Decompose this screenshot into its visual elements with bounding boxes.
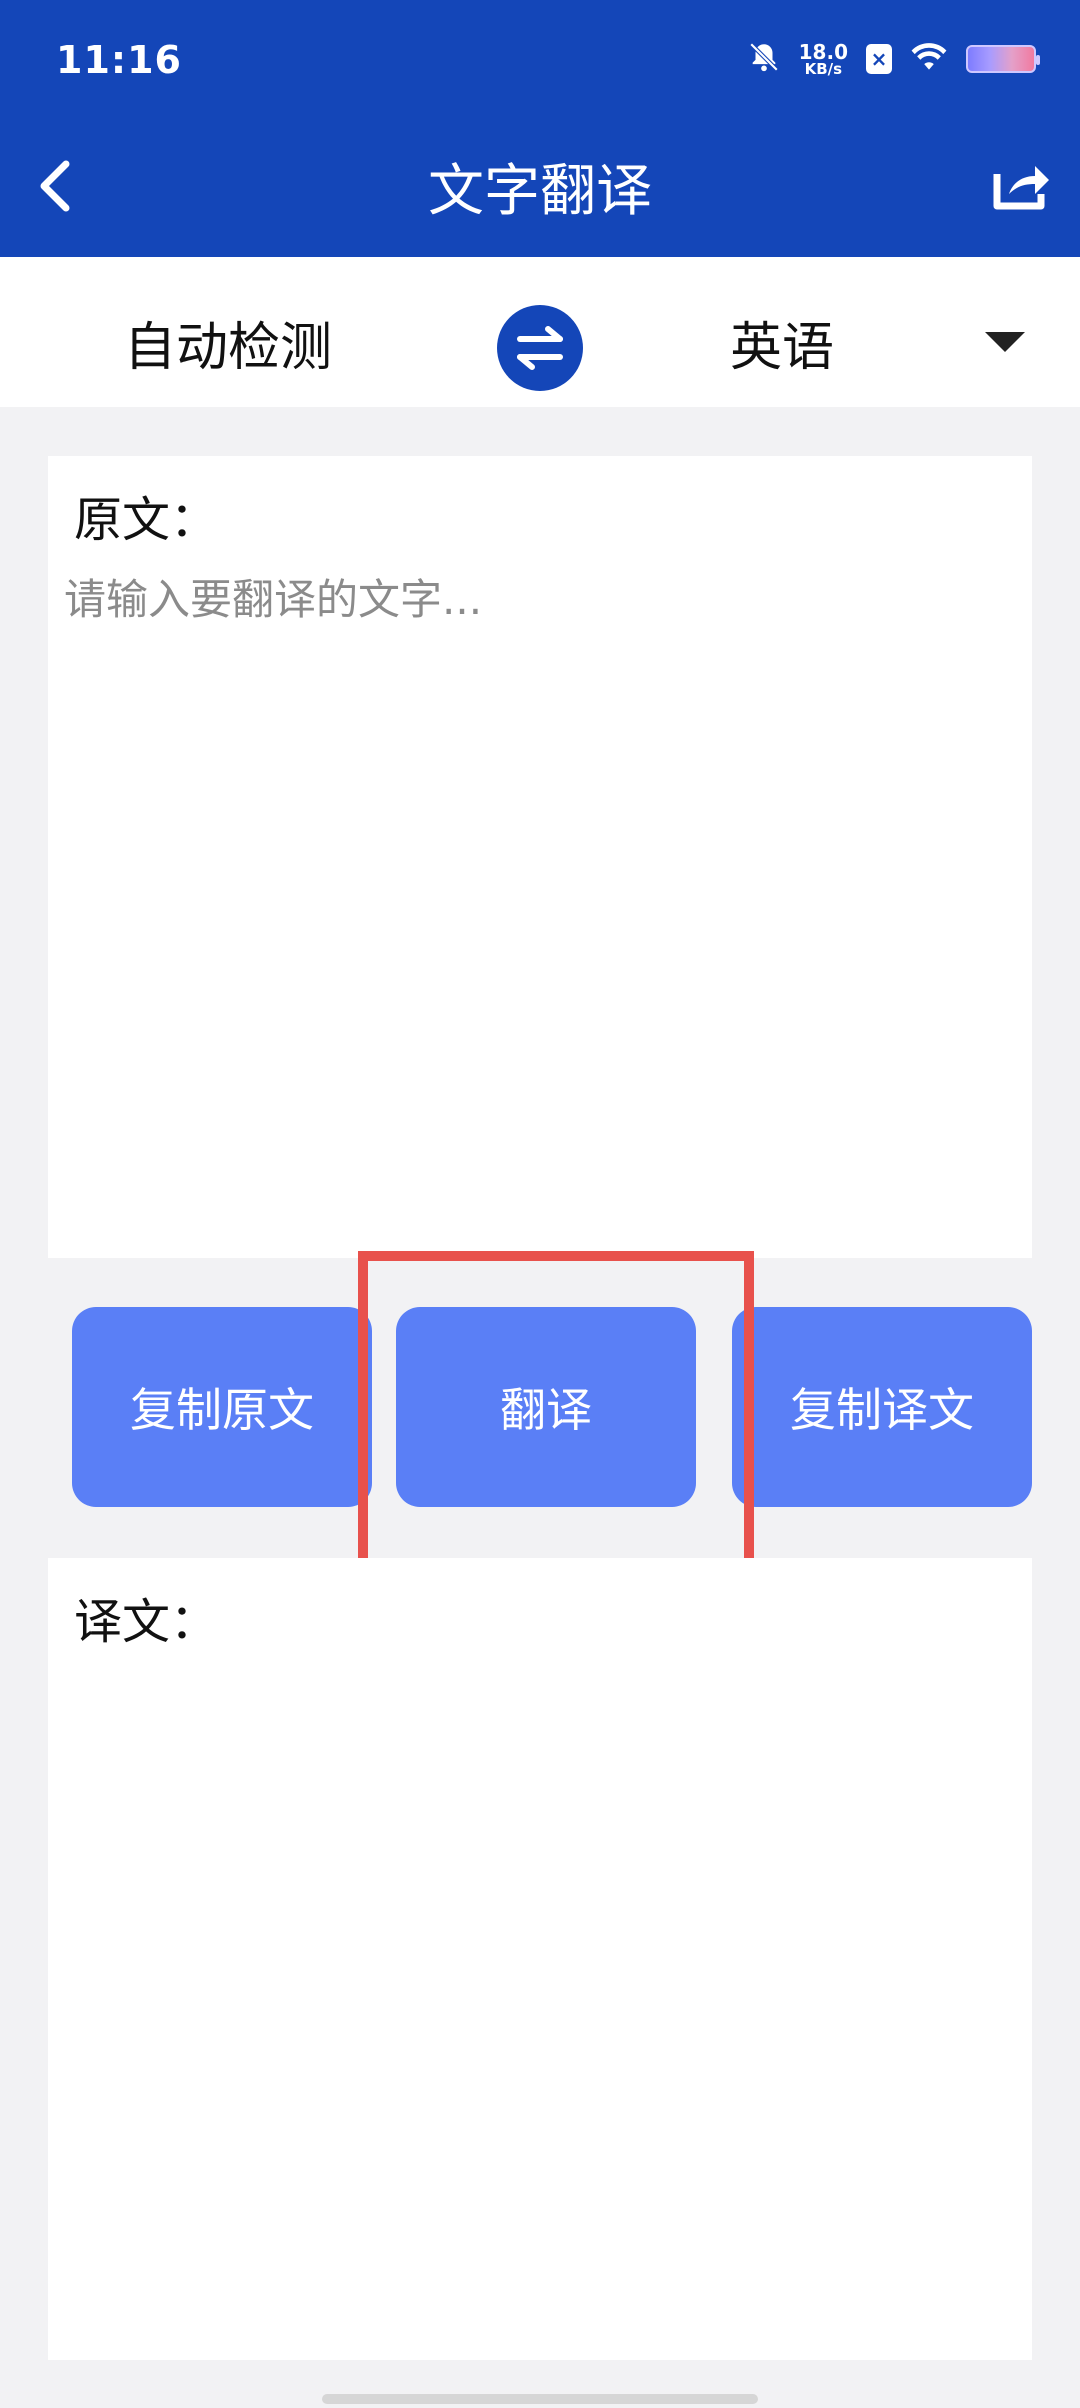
status-icons: 18.0 KB/s × xyxy=(747,39,1040,78)
screen: 11:16 18.0 KB/s × 文字翻译 自动检测 英语 原文： 请输入要翻… xyxy=(0,0,1080,2408)
status-time: 11:16 xyxy=(56,38,182,82)
copy-translation-button[interactable]: 复制译文 xyxy=(732,1307,1032,1507)
target-language-selector[interactable]: 英语 xyxy=(730,305,834,380)
battery-icon xyxy=(966,45,1040,73)
share-icon xyxy=(993,166,1049,210)
dropdown-arrow-icon[interactable] xyxy=(985,332,1025,352)
swap-language-button[interactable] xyxy=(497,305,583,391)
page-title: 文字翻译 xyxy=(428,159,652,224)
translation-label: 译文： xyxy=(74,1594,219,1650)
home-indicator[interactable] xyxy=(322,2394,758,2404)
source-language-selector[interactable]: 自动检测 xyxy=(124,305,332,380)
swap-arrows-icon xyxy=(517,326,563,370)
translate-button[interactable]: 翻译 xyxy=(396,1307,696,1507)
source-label: 原文： xyxy=(74,492,219,548)
share-button[interactable] xyxy=(986,150,1056,220)
source-text-input[interactable] xyxy=(64,566,1014,1236)
copy-source-button[interactable]: 复制原文 xyxy=(72,1307,372,1507)
translation-panel: 译文： xyxy=(48,1558,1032,2360)
app-header: 11:16 18.0 KB/s × 文字翻译 xyxy=(0,0,1080,257)
translation-output xyxy=(74,1668,1004,2338)
bell-muted-icon xyxy=(747,40,781,78)
sim-icon: × xyxy=(866,44,892,74)
wifi-icon xyxy=(910,42,948,76)
source-text-panel: 原文： xyxy=(48,456,1032,1258)
network-speed: 18.0 KB/s xyxy=(798,39,848,78)
